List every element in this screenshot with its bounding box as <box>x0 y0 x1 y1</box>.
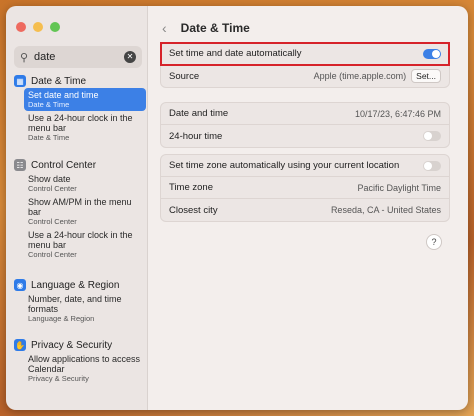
automatic-time-group: Set time and date automatically Source A… <box>160 42 450 88</box>
search-result-source: Date & Time <box>28 133 70 142</box>
close-window-button[interactable] <box>16 22 26 32</box>
date-time-value: 10/17/23, 6:47:46 PM <box>354 108 441 119</box>
date-time-row: Date and time 10/17/23, 6:47:46 PM <box>161 103 449 125</box>
search-result-source: Date & Time <box>28 100 70 109</box>
24-hour-time-row: 24-hour time <box>161 125 449 147</box>
help-button[interactable]: ? <box>426 234 442 250</box>
sidebar-section-privacy-security: ✋ Privacy & Security Allow applications … <box>14 338 146 385</box>
source-label: Source <box>169 70 200 82</box>
sidebar: ⚲ date ✕ ▦ Date & Time Set date and time… <box>6 6 148 410</box>
time-zone-value: Pacific Daylight Time <box>357 182 441 193</box>
search-icon: ⚲ <box>20 51 29 64</box>
search-result-source: Control Center <box>28 184 77 193</box>
closest-city-value[interactable]: Reseda, CA - United States <box>331 205 441 215</box>
globe-icon: ◉ <box>14 279 26 291</box>
search-result-title: Show AM/PM in the menu bar <box>28 197 132 217</box>
time-zone-row: Time zone Pacific Daylight Time <box>161 177 449 199</box>
date-time-label: Date and time <box>169 108 229 119</box>
search-result-title: Show date <box>28 174 71 184</box>
24-hour-time-label: 24-hour time <box>169 130 223 142</box>
set-time-automatically-toggle[interactable] <box>423 48 441 59</box>
search-result-set-date-time[interactable]: Set date and time Date & Time <box>24 88 146 111</box>
search-field[interactable]: ⚲ date ✕ <box>14 46 142 68</box>
sidebar-section-title: Language & Region <box>31 279 120 291</box>
search-result-title: Use a 24-hour clock in the menu bar <box>28 113 133 133</box>
page-title: Date & Time <box>180 21 250 35</box>
search-result-title: Set date and time <box>28 90 99 100</box>
search-result-source: Control Center <box>28 250 77 259</box>
clear-search-icon[interactable]: ✕ <box>124 51 136 63</box>
sidebar-item-language-region[interactable]: ◉ Language & Region <box>14 278 146 292</box>
sidebar-section-title: Date & Time <box>31 75 87 87</box>
source-row: Source Apple (time.apple.com) Set... <box>161 65 449 87</box>
sidebar-section-title: Privacy & Security <box>31 339 113 351</box>
search-result-source: Control Center <box>28 217 77 226</box>
search-result-formats[interactable]: Number, date, and time formats Language … <box>24 292 146 325</box>
time-zone-auto-label: Set time zone automatically using your c… <box>169 160 400 171</box>
search-result-title: Allow applications to access Calendar <box>28 354 141 374</box>
24-hour-time-toggle[interactable] <box>423 131 441 141</box>
sidebar-item-privacy-security[interactable]: ✋ Privacy & Security <box>14 338 146 352</box>
search-input[interactable]: date <box>34 51 124 63</box>
sidebar-section-control-center: ☷ Control Center Show date Control Cente… <box>14 158 146 261</box>
calendar-icon: ▦ <box>14 75 26 87</box>
search-result-source: Privacy & Security <box>28 374 89 383</box>
search-result-calendar-access[interactable]: Allow applications to access Calendar Pr… <box>24 352 146 385</box>
set-time-automatically-label: Set time and date automatically <box>169 48 302 59</box>
toolbar: ‹ Date & Time <box>162 20 250 36</box>
settings-window: ⚲ date ✕ ▦ Date & Time Set date and time… <box>6 6 468 410</box>
sidebar-section-title: Control Center <box>31 159 97 171</box>
hand-icon: ✋ <box>14 339 26 351</box>
back-chevron-icon[interactable]: ‹ <box>162 20 167 36</box>
search-result-show-ampm[interactable]: Show AM/PM in the menu bar Control Cente… <box>24 195 146 228</box>
control-center-icon: ☷ <box>14 159 26 171</box>
time-zone-group: Set time zone automatically using your c… <box>160 154 450 222</box>
window-controls <box>16 22 60 32</box>
sidebar-section-date-time: ▦ Date & Time Set date and time Date & T… <box>14 74 146 144</box>
search-result-show-date[interactable]: Show date Control Center <box>24 172 146 195</box>
set-source-button[interactable]: Set... <box>411 69 441 83</box>
minimize-window-button[interactable] <box>33 22 43 32</box>
closest-city-row: Closest city Reseda, CA - United States <box>161 199 449 221</box>
search-result-source: Language & Region <box>28 314 95 323</box>
set-time-automatically-row: Set time and date automatically <box>160 42 450 66</box>
date-time-group: Date and time 10/17/23, 6:47:46 PM 24-ho… <box>160 102 450 148</box>
time-zone-auto-toggle[interactable] <box>423 160 441 171</box>
main-pane: ‹ Date & Time Set time and date automati… <box>148 6 468 410</box>
time-zone-label: Time zone <box>169 182 213 193</box>
source-value: Apple (time.apple.com) <box>313 71 407 81</box>
sidebar-item-control-center[interactable]: ☷ Control Center <box>14 158 146 172</box>
search-result-24h-clock-cc[interactable]: Use a 24-hour clock in the menu bar Cont… <box>24 228 146 261</box>
sidebar-item-date-time[interactable]: ▦ Date & Time <box>14 74 146 88</box>
zoom-window-button[interactable] <box>50 22 60 32</box>
search-result-title: Use a 24-hour clock in the menu bar <box>28 230 133 250</box>
search-result-24h-clock[interactable]: Use a 24-hour clock in the menu bar Date… <box>24 111 146 144</box>
closest-city-label: Closest city <box>169 204 218 216</box>
sidebar-section-language-region: ◉ Language & Region Number, date, and ti… <box>14 278 146 325</box>
time-zone-auto-row: Set time zone automatically using your c… <box>161 155 449 177</box>
search-result-title: Number, date, and time formats <box>28 294 122 314</box>
